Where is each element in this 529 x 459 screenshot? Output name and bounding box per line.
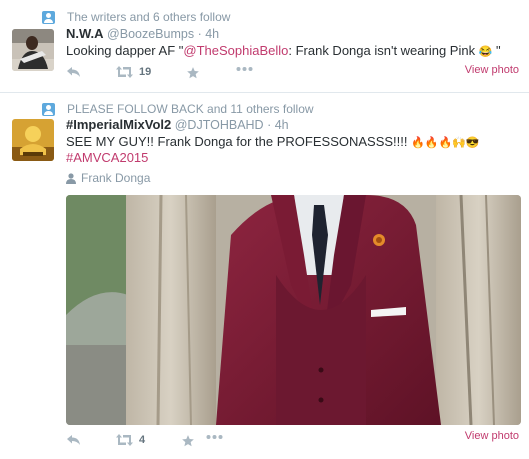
view-photo-link[interactable]: View photo (465, 430, 519, 442)
retweet-count: 4 (139, 434, 146, 446)
tweet-actions: 4 (66, 434, 506, 454)
reply-icon (67, 67, 80, 77)
more-icon (236, 67, 253, 71)
favorite-button[interactable] (186, 66, 200, 80)
tweet-item[interactable]: PLEASE FOLLOW BACK and 11 others follow … (0, 93, 529, 459)
more-button[interactable] (206, 434, 223, 440)
retweet-count: 19 (139, 66, 152, 78)
tweet-header: N.W.A @BoozeBumps · 4h (66, 26, 220, 41)
tweet-text: SEE MY GUY!! Frank Donga for the PROFESS… (66, 134, 480, 149)
avatar[interactable] (12, 29, 54, 71)
person-icon (42, 10, 55, 24)
retweet-button[interactable]: 4 (116, 434, 145, 446)
user-handle[interactable]: @DJTOHBAHD (175, 118, 264, 132)
tweet-actions: 19 (66, 66, 506, 86)
retweet-button[interactable]: 19 (116, 66, 151, 78)
more-button[interactable] (236, 66, 253, 72)
tweet-header: #ImperialMixVol2 @DJTOHBAHD · 4h (66, 117, 289, 132)
social-context: The writers and 6 others follow (42, 9, 230, 25)
star-icon (187, 67, 199, 79)
person-tag-icon (66, 172, 76, 184)
tweet-photo[interactable] (66, 195, 521, 425)
reply-button[interactable] (66, 66, 81, 78)
star-icon (182, 435, 194, 447)
reply-icon (67, 435, 80, 445)
tweet-item[interactable]: The writers and 6 others follow N.W.A @B… (0, 0, 529, 93)
tagged-user[interactable]: Frank Donga (66, 171, 150, 185)
display-name[interactable]: N.W.A (66, 26, 104, 41)
favorite-button[interactable] (181, 434, 195, 448)
more-icon (206, 435, 223, 439)
tweet-text: Looking dapper AF "@TheSophiaBello: Fran… (66, 43, 501, 58)
retweet-icon (116, 66, 133, 78)
view-photo-link[interactable]: View photo (465, 64, 519, 76)
mention-link[interactable]: @TheSophiaBello (183, 43, 288, 58)
timestamp[interactable]: 4h (275, 118, 289, 132)
timestamp[interactable]: 4h (205, 27, 219, 41)
retweet-icon (116, 434, 133, 446)
display-name[interactable]: #ImperialMixVol2 (66, 117, 171, 132)
person-icon (42, 102, 55, 116)
reply-button[interactable] (66, 434, 81, 446)
social-context: PLEASE FOLLOW BACK and 11 others follow (42, 101, 314, 117)
hashtag-link[interactable]: #AMVCA2015 (66, 150, 148, 165)
emoji: 😂 (478, 46, 493, 58)
emoji: 🔥🔥🔥🙌😎 (411, 137, 480, 149)
avatar[interactable] (12, 119, 54, 161)
user-handle[interactable]: @BoozeBumps (107, 27, 194, 41)
